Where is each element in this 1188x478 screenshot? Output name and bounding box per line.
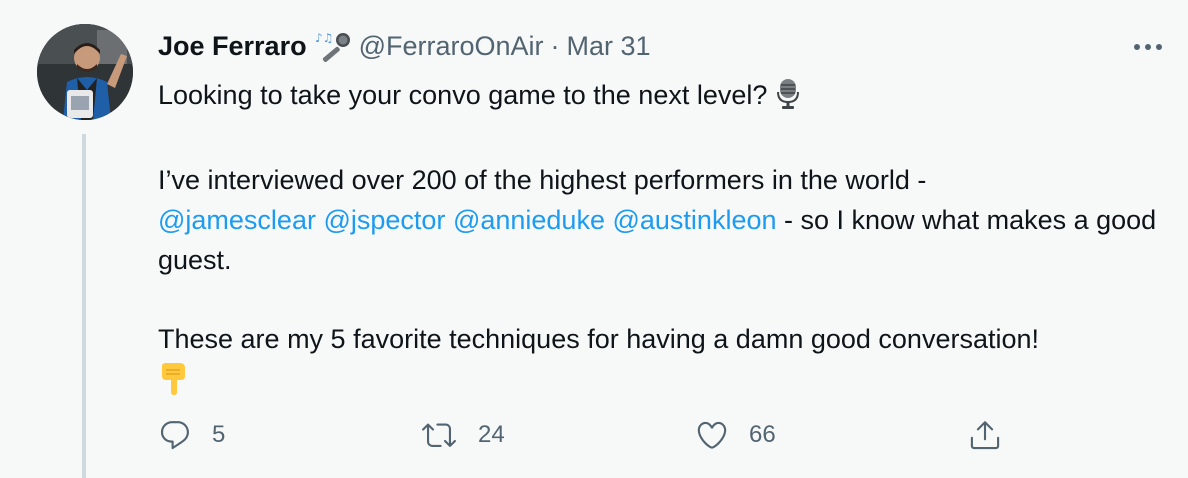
tweet-header: Joe Ferraro ♪♫ @FerraroOnAir · Mar 31 [158, 28, 651, 64]
mention-austinkleon[interactable]: @austinkleon [612, 205, 776, 235]
tweet-paragraph-3: These are my 5 favorite techniques for h… [158, 319, 1168, 407]
like-button[interactable]: 66 [695, 418, 776, 452]
reply-icon [158, 418, 192, 452]
heart-icon [695, 418, 729, 452]
tweet-line-1: Looking to take your convo game to the n… [158, 75, 1168, 121]
mention-jamesclear[interactable]: @jamesclear [158, 205, 316, 235]
tweet-line-1-text: Looking to take your convo game to the n… [158, 80, 768, 110]
author-handle[interactable]: @FerraroOnAir [359, 28, 544, 64]
separator-dot: · [550, 31, 560, 61]
reply-count: 5 [212, 421, 226, 448]
tweet-paragraph-3-text: These are my 5 favorite techniques for h… [158, 324, 1040, 354]
mention-jspector[interactable]: @jspector [323, 205, 445, 235]
avatar[interactable] [37, 24, 133, 120]
tweet-date[interactable]: Mar 31 [567, 28, 651, 64]
studio-microphone-icon [775, 78, 801, 121]
mention-annieduke[interactable]: @annieduke [453, 205, 605, 235]
tweet-paragraph-2-start: I’ve interviewed over 200 of the highest… [158, 165, 927, 195]
backhand-index-pointing-down-icon [158, 362, 190, 407]
reply-button[interactable]: 5 [158, 418, 225, 452]
ellipsis-icon[interactable] [1128, 35, 1168, 59]
retweet-count: 24 [478, 421, 505, 448]
microphone-music-icon: ♪♫ [315, 30, 353, 62]
retweet-button[interactable]: 24 [420, 418, 505, 452]
author-name[interactable]: Joe Ferraro [158, 28, 307, 64]
share-button[interactable] [968, 418, 1002, 452]
share-icon [968, 418, 1002, 452]
action-bar: 5 24 66 [0, 418, 1188, 458]
like-count: 66 [749, 421, 776, 448]
retweet-icon [420, 418, 458, 452]
tweet-card[interactable]: Joe Ferraro ♪♫ @FerraroOnAir · Mar 31 Lo… [0, 0, 1188, 478]
tweet-text: Looking to take your convo game to the n… [158, 75, 1168, 407]
avatar-photo [37, 24, 133, 120]
tweet-paragraph-2: I’ve interviewed over 200 of the highest… [158, 160, 1168, 280]
svg-text:♪♫: ♪♫ [315, 31, 333, 45]
